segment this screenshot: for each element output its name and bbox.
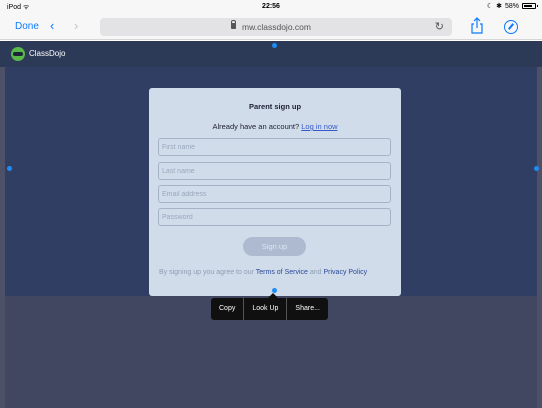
terms-prefix: By signing up you agree to our	[159, 269, 254, 276]
email-field[interactable]	[158, 185, 391, 203]
terms-of-service-link[interactable]: Terms of Service	[256, 269, 308, 276]
terms-text: By signing up you agree to our Terms of …	[159, 267, 391, 279]
selection-handle-top[interactable]	[272, 43, 277, 48]
page-edge-right	[537, 67, 542, 408]
page-edge-left	[0, 67, 5, 408]
privacy-policy-link[interactable]: Privacy Policy	[324, 269, 368, 276]
share-menu-item[interactable]: Share...	[287, 298, 328, 320]
terms-and: and	[309, 269, 322, 276]
selection-handle-left[interactable]	[7, 166, 12, 171]
forward-icon[interactable]: ›	[74, 18, 78, 33]
selection-handle-right[interactable]	[534, 166, 539, 171]
status-bar: iPod ᯤ 22:56 ☾ ✱ 58%	[0, 0, 542, 14]
bluetooth-icon: ✱	[496, 3, 502, 10]
url-text: mw.classdojo.com	[242, 22, 311, 32]
parent-signup-modal: Parent sign up Already have an account? …	[149, 88, 401, 296]
browser-toolbar: Done ‹ › mw.classdojo.com ↻	[0, 14, 542, 40]
look-up-menu-item[interactable]: Look Up	[244, 298, 288, 320]
compass-icon[interactable]	[504, 20, 518, 34]
reload-icon[interactable]: ↻	[435, 20, 444, 33]
share-icon[interactable]	[470, 17, 484, 35]
classdojo-logo-icon	[11, 47, 25, 61]
battery-percent: 58%	[504, 2, 519, 10]
modal-title: Parent sign up	[248, 102, 302, 111]
app-header: ClassDojo	[0, 41, 542, 67]
done-button[interactable]: Done	[15, 21, 39, 32]
selection-handle-bottom[interactable]	[272, 288, 277, 293]
last-name-field[interactable]	[158, 162, 391, 180]
text-selection-menu: Copy Look Up Share...	[211, 298, 328, 320]
copy-menu-item[interactable]: Copy	[211, 298, 245, 320]
status-right: ☾ ✱ 58%	[486, 2, 538, 10]
battery-icon	[522, 3, 538, 9]
login-prompt-text: Already have an account?	[212, 122, 300, 131]
back-icon[interactable]: ‹	[50, 18, 54, 33]
login-link[interactable]: Log in now	[301, 122, 337, 131]
app-title: ClassDojo	[29, 49, 66, 58]
lock-icon	[231, 20, 236, 29]
clock: 22:56	[262, 3, 280, 10]
sign-up-button[interactable]: Sign up	[243, 237, 306, 256]
web-page: ClassDojo Parent sign up Already have an…	[0, 41, 542, 408]
address-bar[interactable]: mw.classdojo.com ↻	[100, 18, 452, 36]
password-field[interactable]	[158, 208, 391, 226]
first-name-field[interactable]	[158, 138, 391, 156]
moon-icon: ☾	[486, 3, 494, 10]
login-prompt: Already have an account? Log in now	[149, 122, 401, 131]
